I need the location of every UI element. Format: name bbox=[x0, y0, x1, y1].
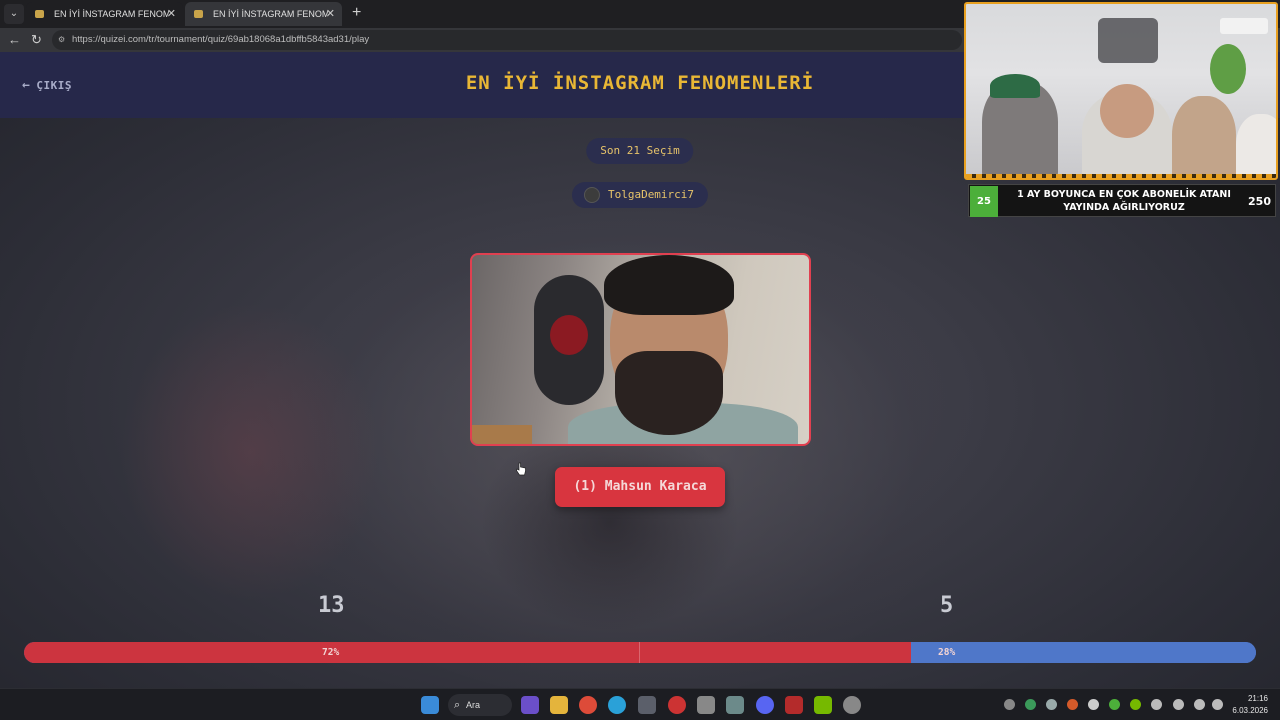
url-text: https://quizei.com/tr/tournament/quiz/69… bbox=[72, 34, 370, 45]
steam-icon[interactable] bbox=[1046, 699, 1057, 710]
reload-icon[interactable]: ↻ bbox=[31, 31, 42, 49]
tab-title: EN İYİ İNSTAGRAM FENOMENLERİ bbox=[54, 9, 169, 19]
creator-badge[interactable]: TolgaDemirci7 bbox=[571, 182, 709, 208]
round-badge: Son 21 Seçim bbox=[586, 138, 694, 164]
taskbar-search[interactable]: ⌕ Ara bbox=[448, 694, 512, 716]
vote-bar-right bbox=[911, 642, 1256, 663]
subscriber-goal-banner: 25 1 AY BOYUNCA EN ÇOK ABONELİK ATANI YA… bbox=[968, 184, 1276, 217]
creator-username: TolgaDemirci7 bbox=[607, 188, 695, 201]
clock-time: 21:16 bbox=[1247, 694, 1268, 703]
webcam-overlay bbox=[964, 2, 1278, 180]
bar-midline bbox=[639, 642, 640, 663]
sub-goal-current: 25 bbox=[970, 186, 998, 217]
app-icon[interactable] bbox=[697, 696, 715, 714]
taskbar: ⌕ Ara 21:16 6.03.2026 bbox=[0, 688, 1280, 720]
close-tab-icon[interactable]: ✕ bbox=[326, 2, 335, 26]
mouse-cursor-icon bbox=[516, 462, 526, 476]
avatar bbox=[583, 187, 600, 203]
folder-icon[interactable] bbox=[550, 696, 568, 714]
tab-list-button[interactable]: ⌄ bbox=[4, 4, 24, 24]
choice-button[interactable]: (1) Mahsun Karaca bbox=[555, 467, 725, 507]
browser-tab-1[interactable]: EN İYİ İNSTAGRAM FENOMENLERİ ✕ bbox=[26, 2, 183, 26]
new-tab-icon[interactable]: + bbox=[352, 4, 361, 22]
app-icon[interactable] bbox=[668, 696, 686, 714]
store-icon[interactable] bbox=[638, 696, 656, 714]
wall-logo bbox=[1098, 18, 1158, 63]
back-arrow-icon[interactable]: ← bbox=[8, 31, 21, 49]
contestant-image[interactable] bbox=[470, 253, 811, 446]
tray-icon[interactable] bbox=[1109, 699, 1120, 710]
taskbar-clock[interactable]: 21:16 6.03.2026 bbox=[1232, 693, 1268, 717]
url-field[interactable]: ⚙ https://quizei.com/tr/tournament/quiz/… bbox=[52, 30, 962, 50]
sub-goal-target: 250 bbox=[1248, 195, 1271, 208]
right-percent-label: 28% bbox=[938, 647, 956, 658]
search-label: Ara bbox=[466, 700, 481, 710]
vote-progress-bar: 72% 28% bbox=[24, 642, 1256, 663]
edge-icon[interactable] bbox=[608, 696, 626, 714]
app-icon[interactable] bbox=[843, 696, 861, 714]
nvidia-icon[interactable] bbox=[814, 696, 832, 714]
close-tab-icon[interactable]: ✕ bbox=[167, 2, 176, 26]
tray-icon[interactable] bbox=[1088, 699, 1099, 710]
discord-icon[interactable] bbox=[756, 696, 774, 714]
streamer-person bbox=[1236, 114, 1276, 178]
app-icon[interactable] bbox=[785, 696, 803, 714]
sub-goal-text: 1 AY BOYUNCA EN ÇOK ABONELİK ATANI YAYIN… bbox=[1017, 189, 1231, 213]
tab-title: EN İYİ İNSTAGRAM FENOMENLERİ bbox=[213, 9, 328, 19]
right-vote-count: 5 bbox=[940, 593, 954, 618]
volume-icon[interactable] bbox=[1212, 699, 1223, 710]
tab-favicon bbox=[194, 10, 203, 18]
tray-icon[interactable] bbox=[1067, 699, 1078, 710]
tray-icon[interactable] bbox=[1025, 699, 1036, 710]
chrome-icon[interactable] bbox=[579, 696, 597, 714]
blurred-background bbox=[120, 302, 380, 602]
app-icon[interactable] bbox=[726, 696, 744, 714]
microphone-icon[interactable] bbox=[1173, 699, 1184, 710]
tray-icon[interactable] bbox=[1151, 699, 1162, 710]
tray-icon[interactable] bbox=[1004, 699, 1015, 710]
streamer-person bbox=[1172, 96, 1236, 178]
site-info-icon[interactable]: ⚙ bbox=[58, 30, 65, 50]
tray-icon[interactable] bbox=[1130, 699, 1141, 710]
vote-bar-left bbox=[24, 642, 912, 663]
network-icon[interactable] bbox=[1194, 699, 1205, 710]
tab-favicon bbox=[35, 10, 44, 18]
app-icon[interactable] bbox=[521, 696, 539, 714]
windows-start-icon[interactable] bbox=[421, 696, 439, 714]
left-percent-label: 72% bbox=[322, 647, 340, 658]
browser-tab-2[interactable]: EN İYİ İNSTAGRAM FENOMENLERİ ✕ bbox=[185, 2, 342, 26]
clock-date: 6.03.2026 bbox=[1232, 706, 1268, 715]
search-icon: ⌕ bbox=[454, 699, 461, 711]
left-vote-count: 13 bbox=[318, 593, 345, 618]
